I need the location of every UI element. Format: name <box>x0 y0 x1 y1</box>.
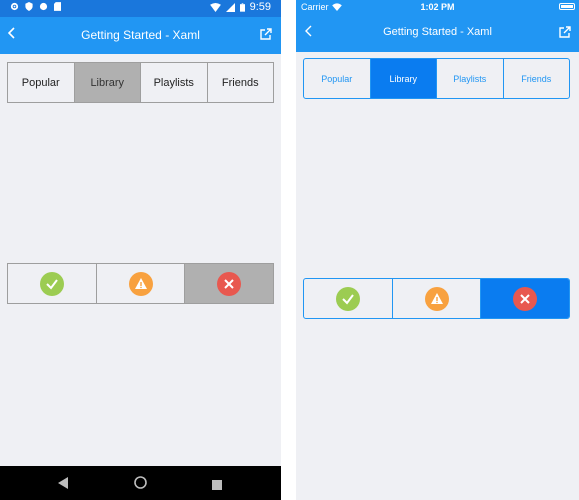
sd-card-icon <box>54 2 61 11</box>
check-icon <box>335 286 360 311</box>
status-time: 9:59 <box>249 1 271 13</box>
segmented-tabs: Popular Library Playlists Friends <box>303 58 570 99</box>
page-title: Getting Started - Xaml <box>81 28 200 42</box>
wifi-icon <box>209 2 221 12</box>
segment-check[interactable] <box>304 279 393 318</box>
tab-library[interactable]: Library <box>74 63 141 102</box>
close-icon <box>217 271 242 296</box>
signal-icon <box>225 2 235 12</box>
ios-status-bar: Carrier 1:02 PM <box>296 0 579 14</box>
settings-icon <box>10 2 19 11</box>
segment-warning[interactable] <box>97 264 186 303</box>
ios-app-bar: Getting Started - Xaml <box>296 14 579 52</box>
nav-recents-icon[interactable] <box>212 477 222 495</box>
android-status-bar: 9:59 <box>0 0 281 17</box>
warning-icon <box>128 271 153 296</box>
warning-icon <box>424 286 449 311</box>
segment-check[interactable] <box>8 264 97 303</box>
tab-library[interactable]: Library <box>370 59 437 98</box>
android-navigation-bar <box>0 466 281 500</box>
android-screen: 9:59 Getting Started - Xaml Popular Libr… <box>0 0 281 500</box>
external-link-icon[interactable] <box>260 27 272 45</box>
page-title: Getting Started - Xaml <box>383 26 492 38</box>
status-segmented-control <box>303 278 570 319</box>
segment-error[interactable] <box>481 279 569 318</box>
nav-back-icon[interactable] <box>58 476 68 494</box>
shield-icon <box>25 2 33 11</box>
close-icon <box>513 286 538 311</box>
circle-icon <box>39 2 48 11</box>
status-icons-right: 9:59 <box>209 1 271 13</box>
android-app-bar: Getting Started - Xaml <box>0 17 281 54</box>
tab-popular[interactable]: Popular <box>304 59 371 98</box>
ios-screen: Carrier 1:02 PM Getting Started - Xaml P… <box>296 0 579 500</box>
tab-popular[interactable]: Popular <box>8 63 75 102</box>
segment-error[interactable] <box>185 264 274 303</box>
nav-home-icon[interactable] <box>134 476 147 494</box>
tab-friends[interactable]: Friends <box>504 59 570 98</box>
status-icons-left <box>10 2 61 11</box>
tab-friends[interactable]: Friends <box>208 63 274 102</box>
segment-warning[interactable] <box>393 279 482 318</box>
battery-icon <box>239 2 245 12</box>
check-icon <box>39 271 64 296</box>
segmented-tabs: Popular Library Playlists Friends <box>7 62 274 103</box>
tab-playlists[interactable]: Playlists <box>437 59 504 98</box>
status-time: 1:02 PM <box>420 2 455 12</box>
external-link-icon[interactable] <box>559 25 571 43</box>
tab-playlists[interactable]: Playlists <box>141 63 208 102</box>
battery-icon <box>559 3 575 10</box>
status-segmented-control <box>7 263 274 304</box>
